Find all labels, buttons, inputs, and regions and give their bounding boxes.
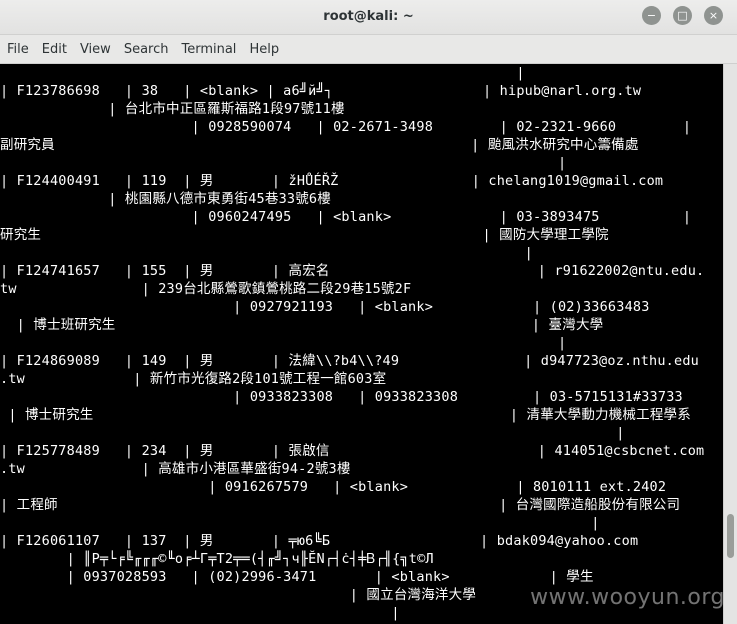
terminal-line: .tw | 高雄市小港區華盛街94-2號3樓 [0,461,351,477]
terminal-line: | 0937028593 | (02)2996-3471 | <blank> |… [0,569,594,585]
terminal-line: | [0,155,567,171]
terminal-line: | 博士研究生 | 清華大學動力機械工程學系 [0,407,691,423]
title-bar[interactable]: root@kali: ~ − □ × [0,0,737,35]
terminal-line: | F125778489 | 234 | 男 | 張啟信 | 414051@cs… [0,443,705,459]
menu-help[interactable]: Help [243,42,285,57]
vertical-scrollbar[interactable] [723,64,737,624]
terminal-window: root@kali: ~ − □ × File Edit View Search… [0,0,737,624]
scrollbar-thumb[interactable] [727,514,734,558]
terminal-line: | 國立台灣海洋大學 [0,587,477,603]
terminal-line: | [0,335,567,351]
menu-file[interactable]: File [1,42,35,57]
menu-bar: File Edit View Search Terminal Help [0,35,737,64]
terminal-line: | [0,605,400,621]
terminal-line: | [0,245,533,261]
terminal-line: | F124400491 | 119 | 男 | žHŮÉŘŽ | chelan… [0,173,664,189]
terminal-line: | [0,65,525,81]
minimize-icon[interactable]: − [642,6,661,25]
menu-search[interactable]: Search [118,42,175,57]
window-title: root@kali: ~ [323,9,414,24]
terminal-line: 副研究員 | 颱風洪水研究中心籌備處 [0,137,639,153]
window-controls: − □ × [642,6,723,25]
menu-edit[interactable]: Edit [36,42,73,57]
terminal-line: | F123786698 | 38 | <blank> | а6╝й╝┐ | h… [0,83,642,99]
menu-view[interactable]: View [74,42,117,57]
terminal-line: | 台北市中正區羅斯福路1段97號11樓 [0,101,345,117]
terminal-line: | [0,515,600,531]
terminal-line: | 0916267579 | <blank> | 8010111 ext.240… [0,479,667,495]
menu-terminal[interactable]: Terminal [175,42,242,57]
terminal-line: | 工程師 | 台灣國際造船股份有限公司 [0,497,681,513]
terminal-line: | 0960247495 | <blank> | 03-3893475 | [0,209,692,225]
watermark: www.wooyun.org [530,585,725,610]
maximize-icon[interactable]: □ [673,6,692,25]
terminal-line: | 0927921193 | <blank> | (02)33663483 [0,299,650,315]
close-icon[interactable]: × [704,6,723,25]
terminal-line: | 桃園縣八德市東勇街45巷33號6樓 [0,191,331,207]
terminal-line: | F126061107 | 137 | 男 | ╤ю6╚Б | bdak094… [0,533,639,549]
terminal-line: 研究生 | 國防大學理工學院 [0,227,609,243]
terminal-line: | F124869089 | 149 | 男 | 法緯\\?b4\\?49 | … [0,353,699,369]
terminal-line: | 0928590074 | 02-2671-3498 | 02-2321-96… [0,119,692,135]
terminal-line: | F124741657 | 155 | 男 | 高宏名 | r91622002… [0,263,705,279]
terminal-line: .tw | 新竹市光復路2段101號工程一館603室 [0,371,387,387]
terminal-line: | [0,425,625,441]
terminal-output[interactable]: | | F123786698 | 38 | <blank> | а6╝й╝┐ |… [0,64,724,624]
terminal-line: | ║Р╤└╒╚╓╓╓©╙о╒┴Г╤T2╤═(┤╓╝┐ч╟ĔN┌┤ċ┤╪Ᏼ┌╢{… [0,551,434,567]
terminal-line: tw | 239台北縣鶯歌鎮鶯桃路二段29巷15號2F [0,281,412,297]
terminal-line: | 0933823308 | 0933823308 | 03-5715131#3… [0,389,683,405]
terminal-line: | 博士班研究生 | 臺灣大學 [0,317,604,333]
